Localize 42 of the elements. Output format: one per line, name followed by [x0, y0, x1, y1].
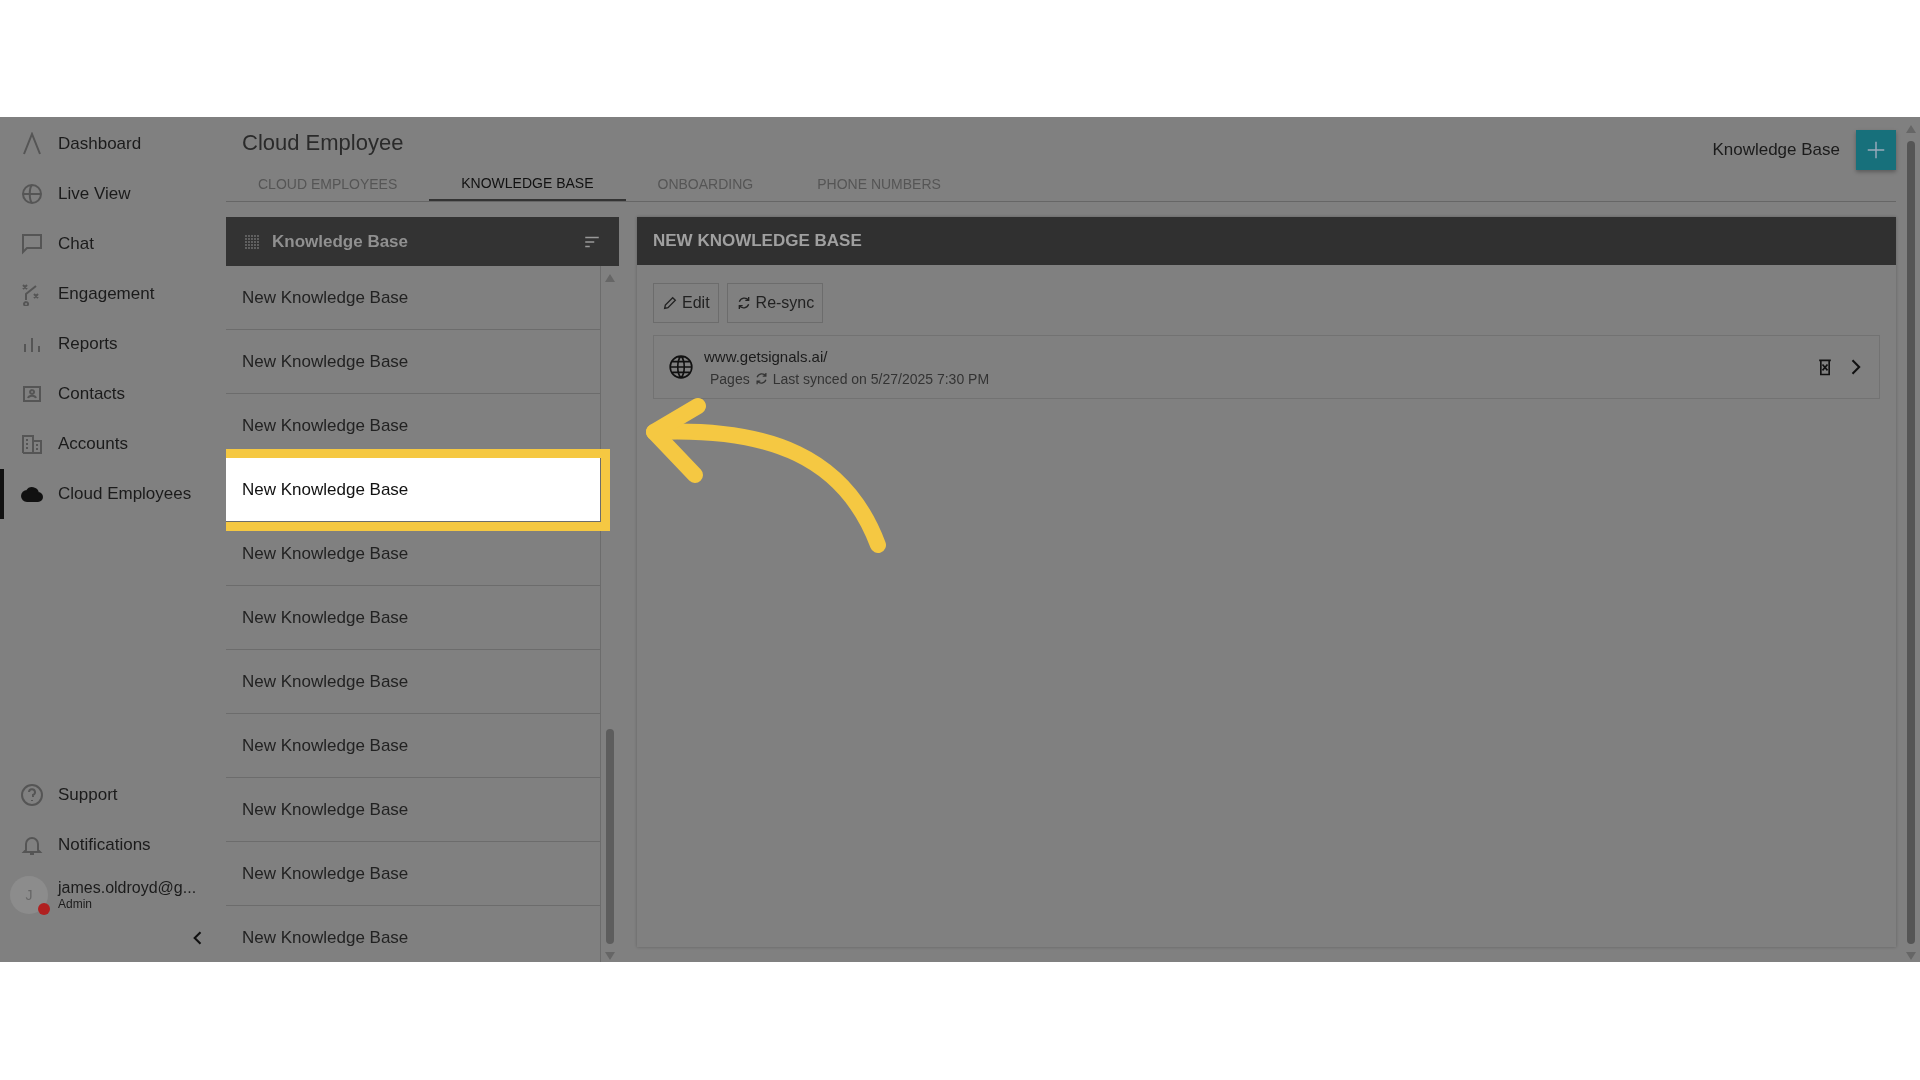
list-item[interactable]: New Knowledge Base: [226, 650, 601, 714]
list-item[interactable]: New Knowledge Base: [226, 522, 601, 586]
nav-item[interactable]: Live View: [0, 169, 226, 219]
nav-item[interactable]: Accounts: [0, 419, 226, 469]
list-title: Knowledge Base: [272, 231, 410, 252]
logo-icon: [20, 132, 44, 156]
list-item[interactable]: New Knowledge Base: [226, 586, 601, 650]
list-item[interactable]: New Knowledge Base: [226, 842, 601, 906]
list-item[interactable]: New Knowledge Base: [226, 266, 601, 330]
page-count: Pages: [710, 370, 750, 387]
plus-icon: [1865, 139, 1887, 161]
nav-item[interactable]: Engagement: [0, 269, 226, 319]
sync-status: Last synced on 5/27/2025 7:30 PM: [772, 370, 990, 387]
action-label: Knowledge Base: [1712, 140, 1840, 160]
user-role: Admin: [58, 897, 93, 911]
list-item[interactable]: New Knowledge Base: [226, 714, 601, 778]
building-icon: [20, 432, 44, 456]
toolbar-button[interactable]: Edit: [653, 283, 719, 323]
nav-item[interactable]: Contacts: [0, 369, 226, 419]
nav-item[interactable]: Dashboard: [0, 119, 226, 169]
grid-icon: [244, 233, 260, 250]
page-title: Cloud Employee: [242, 130, 404, 156]
source-url: www.getsignals.ai/: [704, 347, 829, 365]
globe-search-icon: [20, 182, 44, 206]
toolbar-button[interactable]: Re-sync: [726, 283, 824, 323]
globe-icon: [668, 354, 694, 380]
nav-item[interactable]: Reports: [0, 319, 226, 369]
source-row[interactable]: www.getsignals.ai/ Pages Last synced on 5/27/2025 7:30 PM: [653, 335, 1880, 399]
list-item[interactable]: New Knowledge Base: [226, 330, 601, 394]
user-email: james.oldroyd@g...: [58, 879, 197, 897]
pencil-icon: [662, 295, 678, 311]
chat-icon: [20, 232, 44, 256]
list-item[interactable]: New Knowledge Base: [226, 778, 601, 842]
nav-item[interactable]: Notifications: [0, 820, 226, 870]
list-item[interactable]: New Knowledge Base: [226, 906, 601, 962]
detail-title: NEW KNOWLEDGE BASE: [653, 231, 862, 251]
sync-icon: [753, 371, 769, 386]
nav-item[interactable]: Chat: [0, 219, 226, 269]
status-dot: [38, 903, 50, 915]
nav-item[interactable]: Support: [0, 770, 226, 820]
tab[interactable]: KNOWLEDGE BASE: [429, 167, 626, 201]
help-icon: [20, 783, 44, 807]
